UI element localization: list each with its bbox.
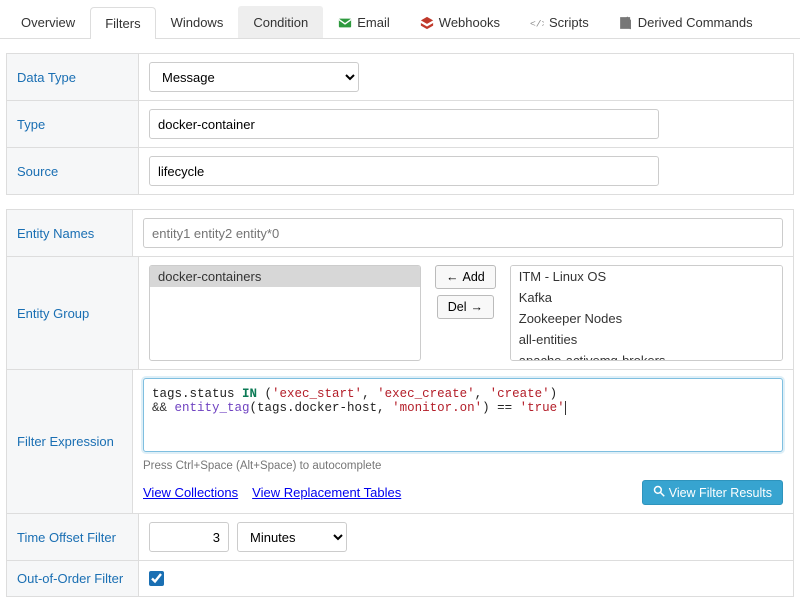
tab-email-label: Email (357, 15, 390, 30)
tab-filters[interactable]: Filters (90, 7, 155, 39)
del-button[interactable]: Del → (437, 295, 494, 319)
tab-windows[interactable]: Windows (156, 6, 239, 38)
section-identity: Data Type Message Type Source (6, 53, 794, 195)
search-icon (653, 485, 665, 500)
entity-group-available-list[interactable]: ITM - Linux OS Kafka Zookeeper Nodes all… (510, 265, 783, 361)
derived-icon (619, 16, 633, 30)
tab-condition[interactable]: Condition (238, 6, 323, 38)
list-item[interactable]: apache-activemq-brokers (511, 350, 782, 361)
out-of-order-checkbox[interactable] (149, 571, 164, 586)
data-type-select[interactable]: Message (149, 62, 359, 92)
tabs-bar: Overview Filters Windows Condition Email… (0, 0, 800, 39)
tab-derived[interactable]: Derived Commands (604, 6, 768, 38)
label-source: Source (7, 148, 139, 194)
label-time-offset: Time Offset Filter (7, 514, 139, 560)
section-filters: Entity Names Entity Group docker-contain… (6, 209, 794, 597)
view-filter-results-label: View Filter Results (669, 486, 772, 500)
email-icon (338, 16, 352, 30)
webhook-icon (420, 16, 434, 30)
entity-names-input[interactable] (143, 218, 783, 248)
list-item[interactable]: docker-containers (150, 266, 420, 287)
label-out-of-order: Out-of-Order Filter (7, 561, 139, 596)
time-offset-value-input[interactable] (149, 522, 229, 552)
view-collections-link[interactable]: View Collections (143, 485, 238, 500)
list-item[interactable]: Zookeeper Nodes (511, 308, 782, 329)
filter-expression-editor[interactable]: tags.status IN ('exec_start', 'exec_crea… (143, 378, 783, 452)
view-filter-results-button[interactable]: View Filter Results (642, 480, 783, 505)
autocomplete-hint: Press Ctrl+Space (Alt+Space) to autocomp… (143, 460, 783, 472)
label-entity-names: Entity Names (7, 210, 133, 256)
del-button-label: Del (448, 300, 467, 314)
list-item[interactable]: Kafka (511, 287, 782, 308)
tab-webhooks-label: Webhooks (439, 15, 500, 30)
arrow-right-icon: → (471, 300, 484, 314)
label-data-type: Data Type (7, 54, 139, 100)
script-icon: </> (530, 16, 544, 30)
list-item[interactable]: ITM - Linux OS (511, 266, 782, 287)
add-button-label: Add (463, 270, 485, 284)
arrow-left-icon: ← (446, 270, 459, 284)
source-input[interactable] (149, 156, 659, 186)
time-offset-unit-select[interactable]: Minutes (237, 522, 347, 552)
view-replacement-tables-link[interactable]: View Replacement Tables (252, 485, 401, 500)
list-item[interactable]: all-entities (511, 329, 782, 350)
type-input[interactable] (149, 109, 659, 139)
tab-scripts-label: Scripts (549, 15, 589, 30)
label-type: Type (7, 101, 139, 147)
label-filter-expression: Filter Expression (7, 370, 133, 513)
tab-derived-label: Derived Commands (638, 15, 753, 30)
entity-group-selected-list[interactable]: docker-containers (149, 265, 421, 361)
tab-email[interactable]: Email (323, 6, 405, 38)
svg-text:</>: </> (530, 18, 544, 29)
tab-overview[interactable]: Overview (6, 6, 90, 38)
tab-scripts[interactable]: </> Scripts (515, 6, 604, 38)
label-entity-group: Entity Group (7, 257, 139, 369)
add-button[interactable]: ← Add (435, 265, 496, 289)
tab-webhooks[interactable]: Webhooks (405, 6, 515, 38)
